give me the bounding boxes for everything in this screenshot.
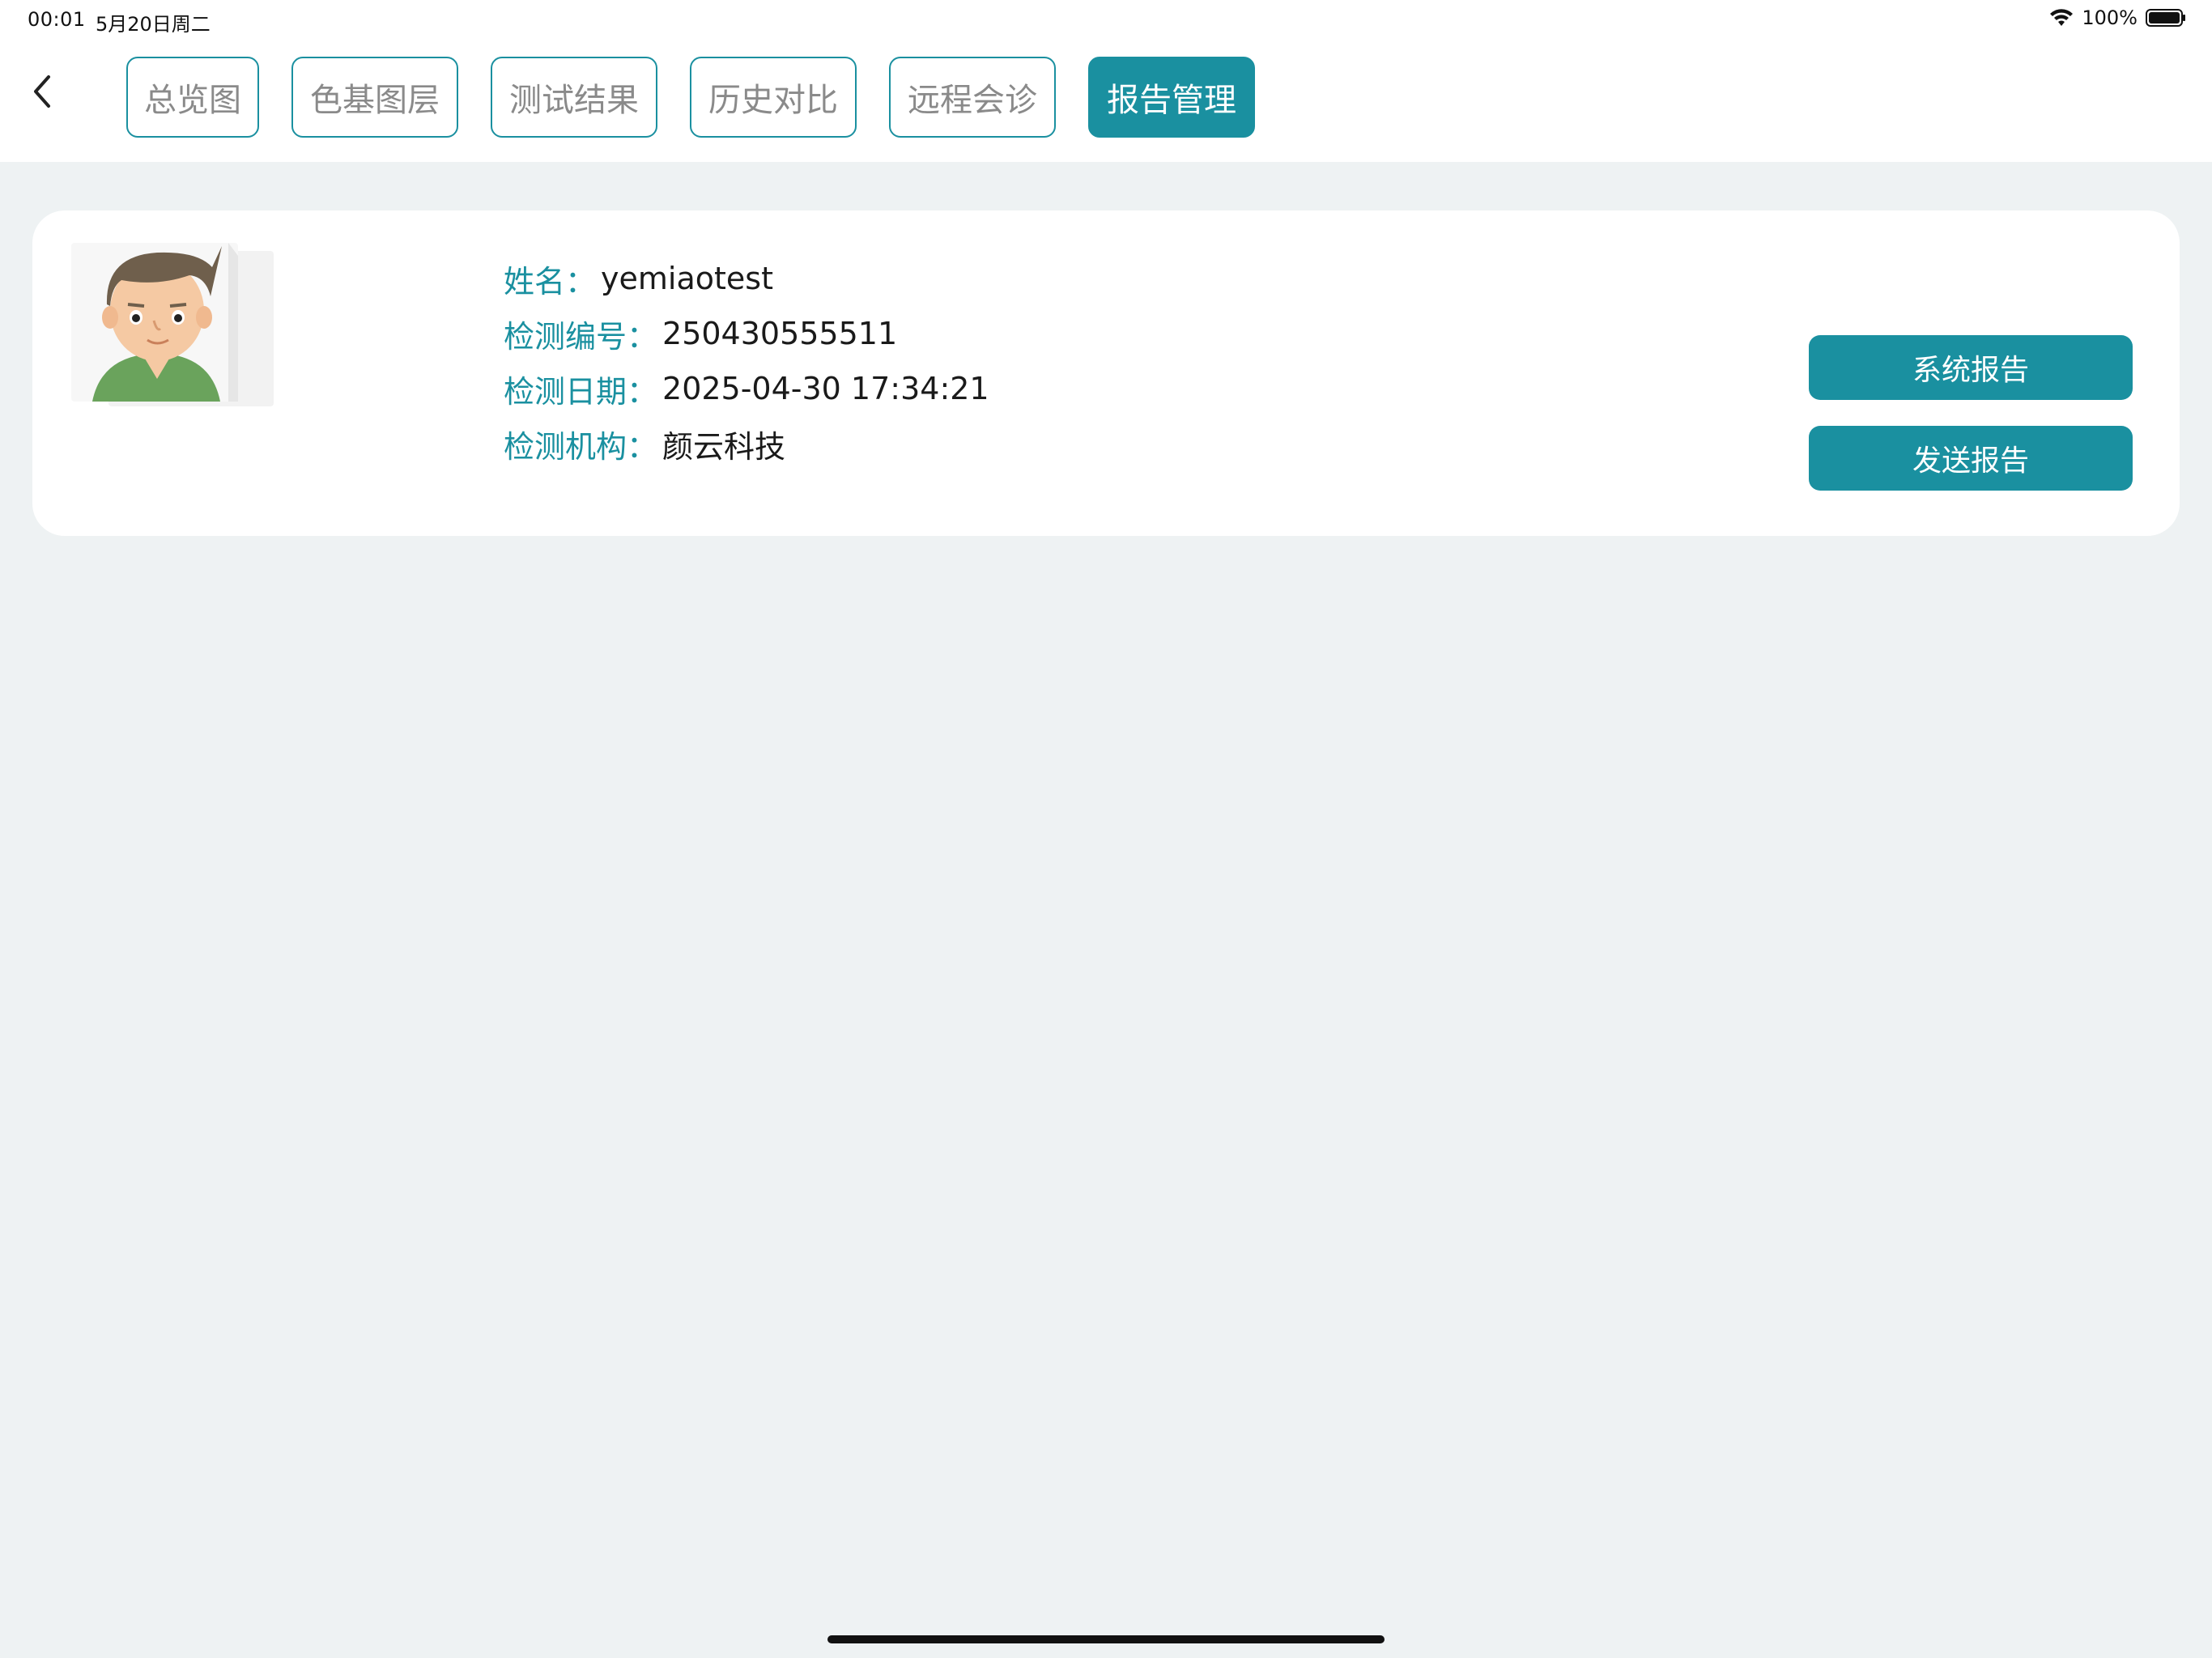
name-label: 姓名： [504,263,597,300]
test-id-label: 检测编号： [504,318,658,355]
name-value: yemiaotest [601,261,773,296]
status-time: 00:01 [28,8,86,31]
tab-overview[interactable]: 总览图 [126,57,259,138]
profile-card: 姓名： yemiaotest 检测编号： 250430555511 检测日期： … [32,210,2180,536]
info-row-organization: 检测机构： 颜云科技 [504,416,989,471]
tab-bar: 总览图 色基图层 测试结果 历史对比 远程会诊 报告管理 [126,57,1255,138]
tab-color-layer[interactable]: 色基图层 [291,57,458,138]
home-indicator [827,1635,1385,1643]
battery-icon [2146,8,2186,28]
top-bar: 00:01 5月20日周二 100% 总览图 色基图层 测试结果 历史对比 远程… [0,0,2212,162]
battery-percentage: 100% [2082,6,2138,29]
status-bar: 00:01 5月20日周二 100% [0,0,2212,39]
info-row-test-id: 检测编号： 250430555511 [504,306,989,361]
tab-remote-consult[interactable]: 远程会诊 [889,57,1056,138]
profile-info: 姓名： yemiaotest 检测编号： 250430555511 检测日期： … [504,251,989,471]
info-row-name: 姓名： yemiaotest [504,251,989,306]
status-date: 5月20日周二 [96,13,211,36]
test-date-label: 检测日期： [504,373,658,410]
info-row-test-date: 检测日期： 2025-04-30 17:34:21 [504,361,989,416]
tab-report-management[interactable]: 报告管理 [1088,57,1255,138]
test-date-value: 2025-04-30 17:34:21 [662,371,989,406]
tab-history-compare[interactable]: 历史对比 [690,57,857,138]
chevron-left-icon [32,74,52,113]
avatar [68,240,282,410]
organization-value: 颜云科技 [662,428,786,465]
back-button[interactable] [24,73,60,113]
system-report-button[interactable]: 系统报告 [1809,335,2133,400]
status-indicators: 100% [2049,6,2186,29]
tab-test-results[interactable]: 测试结果 [491,57,657,138]
send-report-button[interactable]: 发送报告 [1809,426,2133,491]
organization-label: 检测机构： [504,428,658,465]
test-id-value: 250430555511 [662,316,898,351]
wifi-icon [2049,8,2074,28]
